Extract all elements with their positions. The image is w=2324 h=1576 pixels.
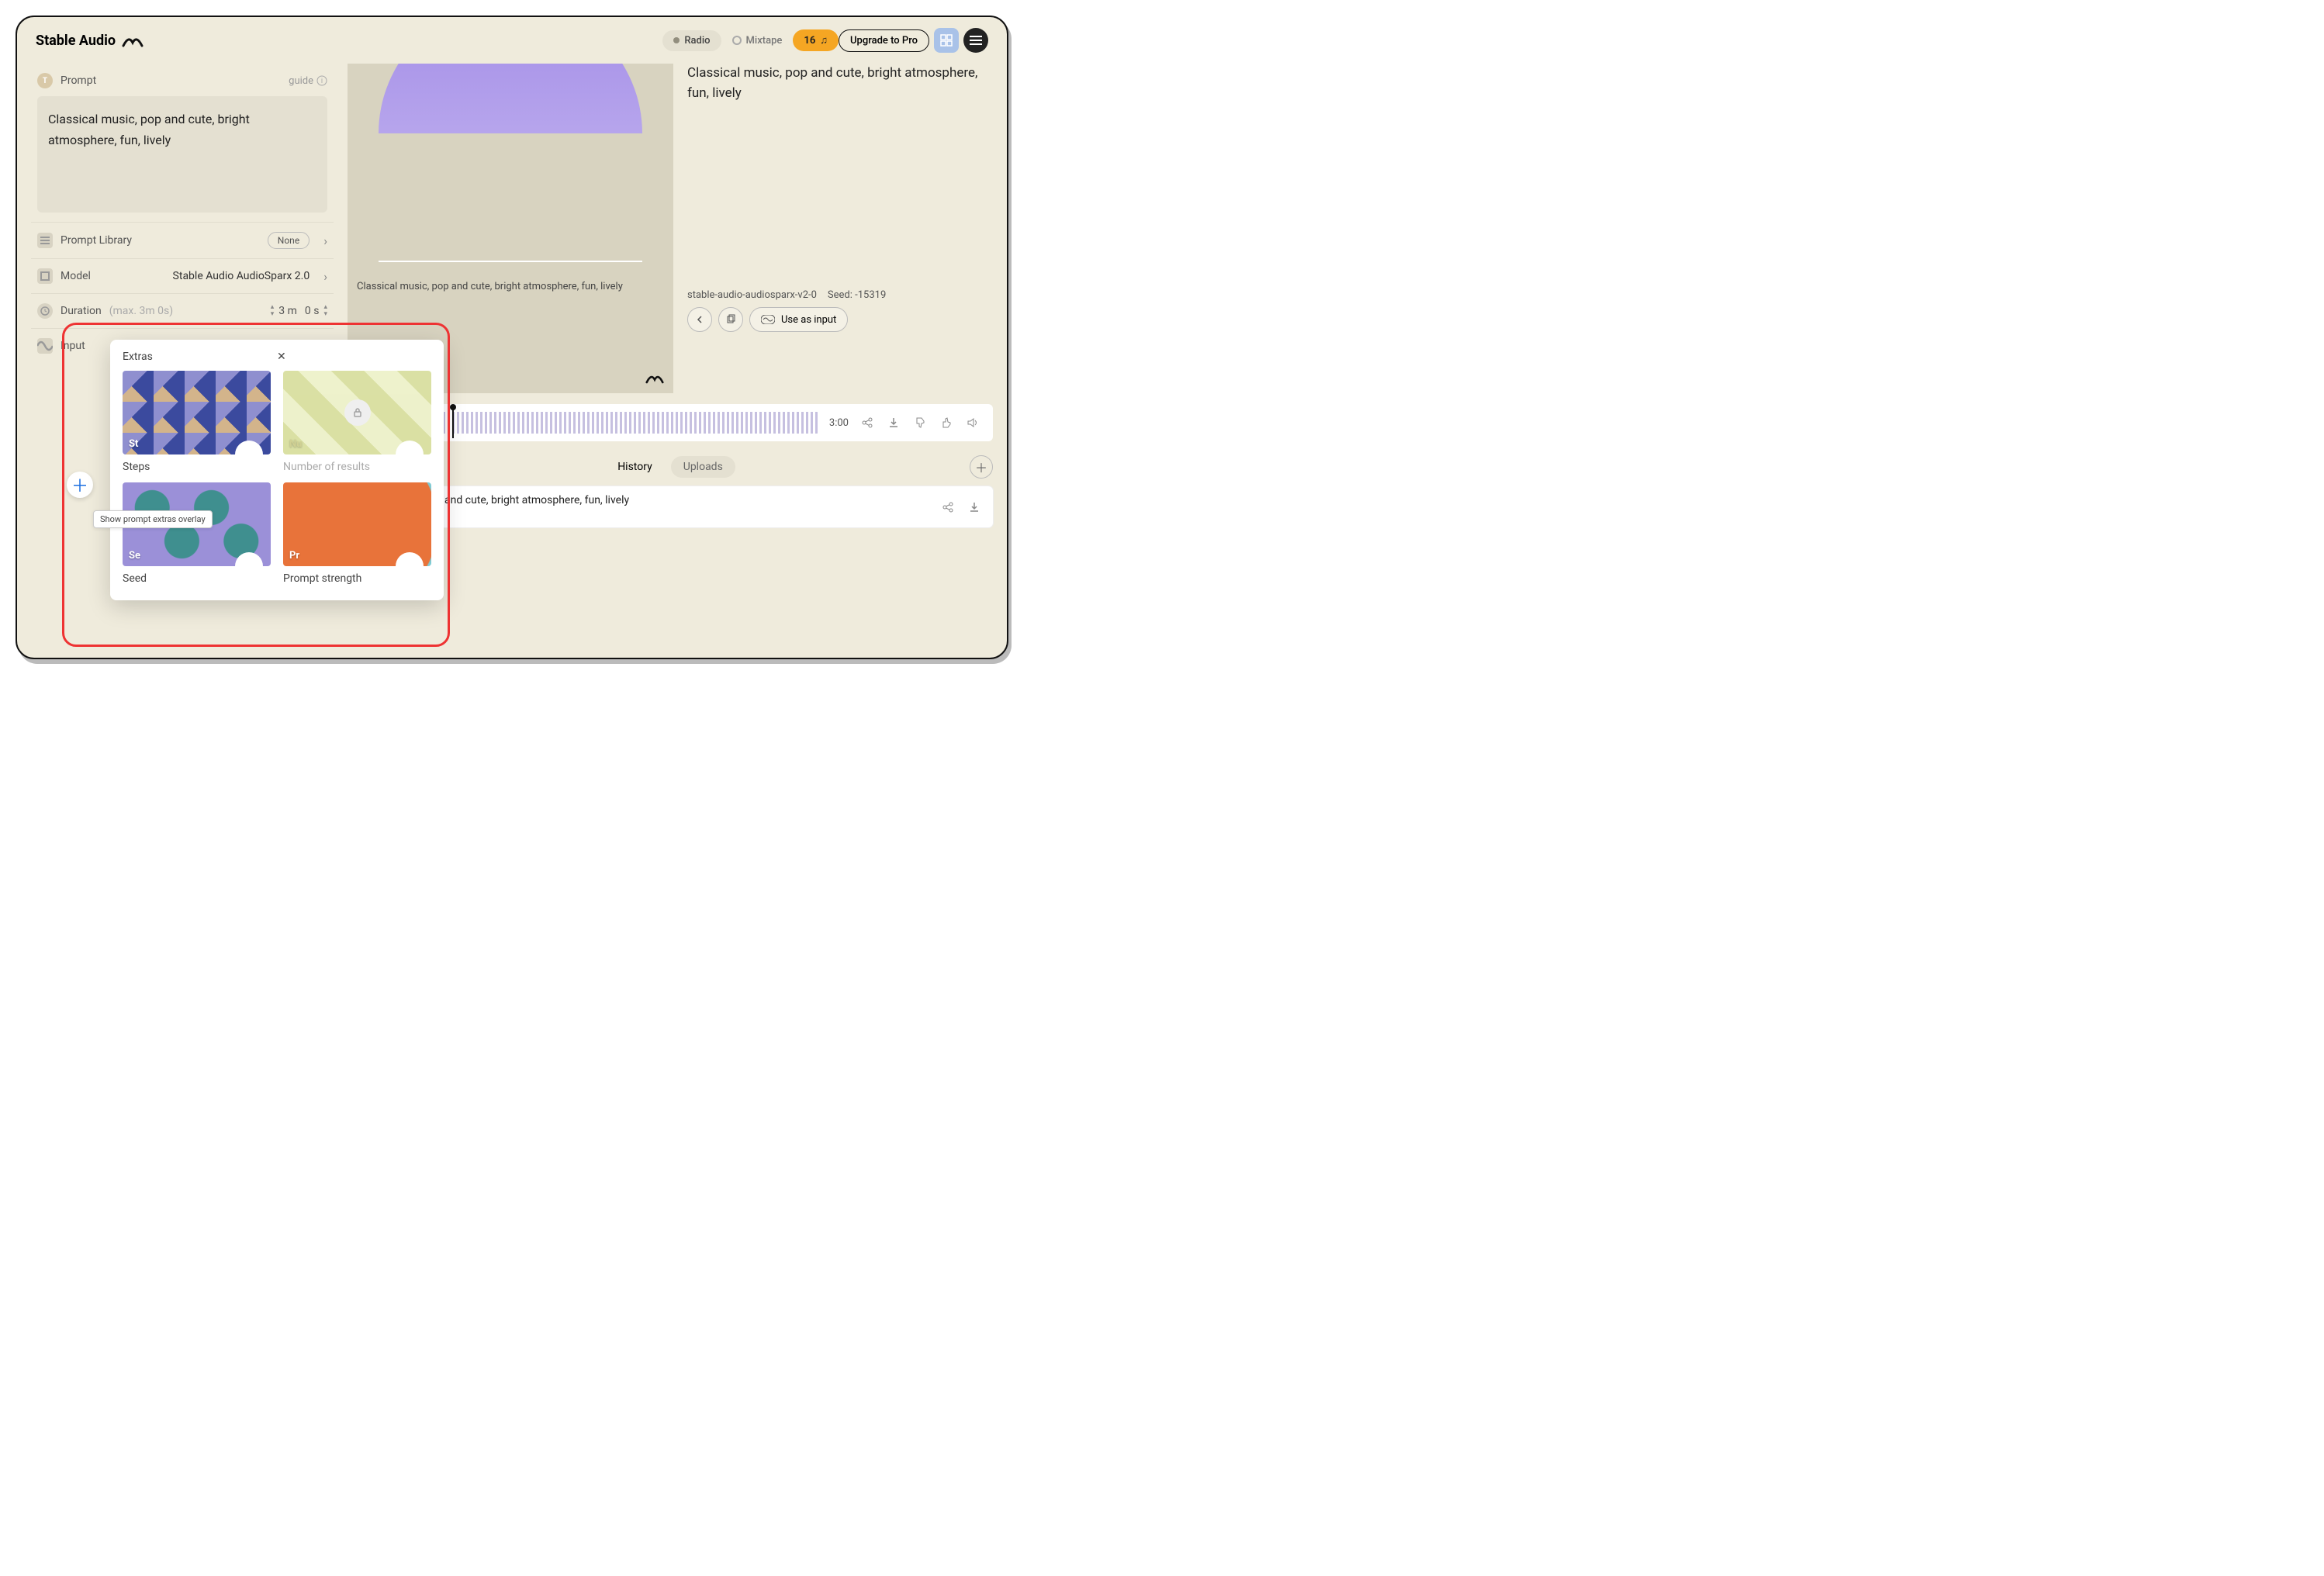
layout-grid-button[interactable]: [934, 28, 959, 53]
track-description: Classical music, pop and cute, bright at…: [687, 64, 993, 103]
extras-title: Extras: [123, 351, 277, 363]
model-id: stable-audio-audiosparx-v2-0: [687, 289, 817, 301]
add-extras-button[interactable]: ＋: [67, 472, 93, 498]
back-button[interactable]: [687, 307, 712, 332]
add-button[interactable]: ＋: [970, 455, 993, 479]
tab-uploads[interactable]: Uploads: [671, 456, 735, 478]
download-button[interactable]: [886, 416, 901, 429]
brand: Stable Audio: [36, 33, 144, 49]
info-icon: i: [316, 75, 327, 86]
extras-card-seed[interactable]: Se Seed: [123, 482, 271, 585]
model-label: Model: [61, 270, 91, 282]
seconds-stepper[interactable]: ▴▾: [323, 304, 327, 318]
audio-player: 31 3:00: [348, 404, 993, 441]
prompt-label: Prompt: [61, 74, 96, 87]
credits-pill[interactable]: 16♫: [793, 29, 839, 51]
copy-button[interactable]: [718, 307, 743, 332]
extras-overlay: Extras ✕ St Steps Nu Number of results S…: [110, 340, 444, 600]
brand-logo-icon: [645, 372, 664, 384]
history-item[interactable]: ssical music, pop and cute, bright atmos…: [348, 486, 993, 527]
brand-logo-icon: [122, 33, 144, 47]
hamburger-icon: [970, 36, 982, 45]
download-icon: [968, 501, 980, 513]
prompt-guide-link[interactable]: guide i: [289, 75, 327, 87]
share-button[interactable]: [940, 501, 956, 513]
model-value: Stable Audio AudioSparx 2.0: [173, 270, 310, 282]
share-icon: [861, 416, 873, 429]
history-item[interactable]: ssic music 0 1 hour ago: [348, 532, 993, 573]
arrow-left-icon: [694, 314, 705, 325]
extras-card-number-of-results[interactable]: Nu Number of results: [283, 371, 431, 473]
prompt-library-label: Prompt Library: [61, 234, 132, 247]
grid-icon: [940, 34, 953, 47]
library-value[interactable]: None: [268, 232, 310, 249]
tab-history[interactable]: History: [605, 456, 665, 478]
app-window: Stable Audio Radio Mixtape 16♫ Upgrade t…: [16, 16, 1008, 659]
copy-icon: [725, 314, 736, 325]
share-icon: [942, 501, 954, 513]
use-as-input-button[interactable]: Use as input: [749, 307, 848, 332]
radio-toggle[interactable]: Radio: [662, 30, 721, 51]
track-artwork: [348, 64, 673, 273]
upgrade-button[interactable]: Upgrade to Pro: [839, 29, 929, 52]
main-menu-button[interactable]: [963, 28, 988, 53]
brand-name: Stable Audio: [36, 33, 116, 49]
thumbs-down-icon: [914, 416, 926, 429]
music-note-icon: ♫: [820, 34, 828, 47]
library-icon: [37, 233, 53, 248]
extras-close-button[interactable]: ✕: [277, 351, 431, 363]
chevron-right-icon[interactable]: ›: [317, 233, 327, 248]
share-button[interactable]: [859, 416, 875, 429]
model-icon: [37, 268, 53, 284]
chevron-right-icon[interactable]: ›: [317, 269, 327, 284]
thumbs-up-icon: [940, 416, 953, 429]
artwork-caption: Classical music, pop and cute, bright at…: [348, 273, 673, 300]
volume-button[interactable]: [965, 416, 980, 429]
speaker-icon: [967, 416, 979, 429]
lock-icon: [344, 399, 371, 426]
prompt-icon: T: [37, 73, 53, 88]
duration-row[interactable]: Duration (max. 3m 0s) ▴▾3 m 0 s▴▾: [31, 294, 334, 329]
download-icon: [887, 416, 900, 429]
thumbs-up-button[interactable]: [939, 416, 954, 429]
prompt-textarea[interactable]: Classical music, pop and cute, bright at…: [37, 96, 327, 213]
waveform-scrubber[interactable]: [382, 412, 818, 434]
svg-text:i: i: [321, 78, 323, 85]
seed-value: -15319: [855, 289, 886, 301]
thumbs-down-button[interactable]: [912, 416, 928, 429]
total-time: 3:00: [829, 417, 849, 429]
clock-icon: [37, 303, 53, 319]
top-bar: Stable Audio Radio Mixtape 16♫ Upgrade t…: [17, 17, 1007, 64]
minutes-stepper[interactable]: ▴▾: [271, 304, 275, 318]
waveform-icon: [761, 315, 775, 324]
extras-tooltip: Show prompt extras overlay: [93, 510, 213, 528]
waveform-icon: [37, 338, 53, 354]
extras-card-steps[interactable]: St Steps: [123, 371, 271, 473]
extras-card-prompt-strength[interactable]: Pr Prompt strength: [283, 482, 431, 585]
download-button[interactable]: [967, 501, 982, 513]
right-panel: Classical music, pop and cute, bright at…: [348, 64, 993, 658]
mixtape-toggle[interactable]: Mixtape: [721, 30, 794, 51]
